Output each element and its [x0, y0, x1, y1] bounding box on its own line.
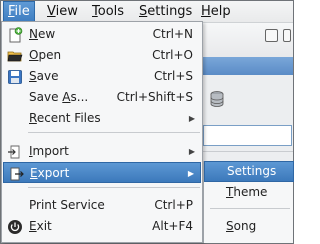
- menu-item-print-service[interactable]: Print Service Ctrl+P: [3, 195, 201, 216]
- menu-item-save[interactable]: Save Ctrl+S: [3, 66, 201, 87]
- submenu-separator: [210, 208, 290, 209]
- shortcut-print: Ctrl+P: [154, 198, 193, 212]
- menu-separator: [28, 132, 200, 133]
- submenu-item-song[interactable]: Song: [204, 216, 294, 237]
- menu-item-recent-files[interactable]: Recent Files ▶: [3, 108, 201, 129]
- shortcut-exit: Alt+F4: [152, 219, 193, 233]
- save-disk-icon: [8, 70, 22, 84]
- export-submenu: Settings Theme Song: [203, 161, 294, 243]
- menu-item-exit[interactable]: Exit Alt+F4: [3, 216, 201, 237]
- shortcut-save: Ctrl+S: [153, 69, 193, 83]
- menu-item-open[interactable]: Open Ctrl+O: [3, 45, 201, 66]
- menu-settings[interactable]: Settings: [135, 1, 196, 23]
- open-folder-icon: [7, 51, 23, 62]
- menu-item-save-as[interactable]: Save As... Ctrl+Shift+S: [3, 87, 201, 108]
- submenu-item-settings[interactable]: Settings: [204, 161, 294, 182]
- menu-tools[interactable]: Tools: [88, 1, 128, 23]
- power-icon: [8, 220, 22, 234]
- submenu-arrow-icon: ▶: [188, 147, 195, 156]
- menu-help[interactable]: Help: [197, 1, 235, 23]
- menu-separator: [28, 187, 200, 188]
- menu-item-export[interactable]: Export ▶: [3, 162, 201, 183]
- close-window-icon[interactable]: [283, 29, 291, 42]
- submenu-item-theme[interactable]: Theme: [204, 182, 294, 203]
- background-toolbar: [203, 23, 293, 57]
- file-menu: New Ctrl+N Open Ctrl+O Save Ctrl+S Save …: [1, 21, 203, 243]
- export-icon: [10, 167, 24, 181]
- database-icon[interactable]: [210, 91, 224, 107]
- menu-item-new[interactable]: New Ctrl+N: [3, 24, 201, 45]
- background-tab-strip: [203, 57, 293, 75]
- menu-view[interactable]: View: [43, 1, 82, 23]
- shortcut-save-as: Ctrl+Shift+S: [116, 90, 193, 104]
- menu-item-import[interactable]: Import ▶: [3, 141, 201, 162]
- background-input[interactable]: [203, 125, 292, 146]
- new-document-icon: [9, 27, 23, 43]
- shortcut-new: Ctrl+N: [152, 27, 193, 41]
- background-divider: [203, 151, 293, 152]
- menu-file[interactable]: File: [3, 1, 35, 23]
- menubar: File View Tools Settings Help: [1, 1, 293, 23]
- submenu-arrow-icon: ▶: [187, 169, 194, 178]
- shortcut-open: Ctrl+O: [152, 48, 193, 62]
- submenu-arrow-icon: ▶: [188, 114, 195, 123]
- restore-window-icon[interactable]: [265, 29, 278, 42]
- import-icon: [8, 145, 20, 159]
